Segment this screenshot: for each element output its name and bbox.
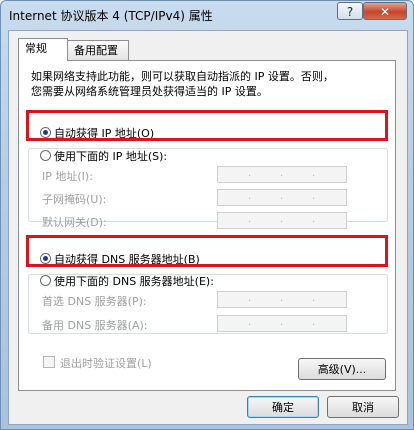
tab-general-label: 常规	[25, 42, 47, 55]
advanced-button[interactable]: 高级(V)...	[298, 358, 386, 380]
tab-general[interactable]: 常规	[18, 38, 68, 61]
ip-dot: .	[248, 214, 252, 225]
help-button[interactable]: ?	[337, 2, 363, 20]
title-bar[interactable]: Internet 协议版本 4 (TCP/IPv4) 属性 ? ✕	[1, 1, 413, 29]
ip-address-input[interactable]: . . .	[217, 166, 347, 183]
manual-dns-label[interactable]: 使用下面的 DNS 服务器地址(E):	[54, 273, 214, 289]
ip-dot: .	[280, 214, 284, 225]
window-title: Internet 协议版本 4 (TCP/IPv4) 属性	[9, 9, 213, 23]
preferred-dns-label: 首选 DNS 服务器(P):	[42, 295, 147, 308]
alternate-dns-input[interactable]: . . .	[217, 315, 347, 332]
ip-dot: .	[280, 191, 284, 202]
description-text: 如果网络支持此功能，则可以获取自动指派的 IP 设置。否则， 您需要从网络系统管…	[31, 69, 391, 99]
preferred-dns-input[interactable]: . . .	[217, 291, 347, 308]
ip-dot: .	[248, 191, 252, 202]
dialog-window: Internet 协议版本 4 (TCP/IPv4) 属性 ? ✕ 常规 备用配…	[0, 0, 414, 430]
ip-dot: .	[248, 168, 252, 179]
ip-dot: .	[248, 317, 252, 328]
manual-dns-radio[interactable]	[40, 275, 51, 286]
ip-dot: .	[280, 168, 284, 179]
manual-ip-radio[interactable]	[40, 150, 51, 161]
ip-dot: .	[312, 293, 316, 304]
ip-address-label: IP 地址(I):	[42, 170, 93, 183]
highlight-box-dns	[26, 235, 388, 267]
tab-alternate-config-label: 备用配置	[74, 44, 118, 57]
description-line-1: 如果网络支持此功能，则可以获取自动指派的 IP 设置。否则，	[31, 70, 334, 83]
close-button[interactable]: ✕	[363, 2, 407, 20]
subnet-mask-label: 子网掩码(U):	[42, 193, 107, 206]
ip-dot: .	[248, 293, 252, 304]
default-gateway-label: 默认网关(D):	[42, 216, 107, 229]
validate-checkbox[interactable]	[43, 356, 55, 368]
description-line-2: 您需要从网络系统管理员处获得适当的 IP 设置。	[31, 85, 268, 98]
tab-alternate-config[interactable]: 备用配置	[67, 40, 129, 60]
ip-dot: .	[280, 317, 284, 328]
cancel-button[interactable]: 取消	[327, 396, 399, 418]
ip-dot: .	[312, 317, 316, 328]
dialog-client: 常规 备用配置 如果网络支持此功能，则可以获取自动指派的 IP 设置。否则， 您…	[8, 30, 408, 425]
subnet-mask-input[interactable]: . . .	[217, 189, 347, 206]
ip-dot: .	[312, 168, 316, 179]
ip-dot: .	[312, 214, 316, 225]
ip-dot: .	[312, 191, 316, 202]
alternate-dns-label: 备用 DNS 服务器(A):	[42, 319, 148, 332]
ip-dot: .	[280, 293, 284, 304]
default-gateway-input[interactable]: . . .	[217, 212, 347, 229]
validate-label[interactable]: 退出时验证设置(L)	[60, 355, 152, 371]
ok-button[interactable]: 确定	[247, 396, 319, 418]
highlight-box-ip	[26, 110, 388, 141]
manual-ip-label[interactable]: 使用下面的 IP 地址(S):	[54, 148, 167, 164]
